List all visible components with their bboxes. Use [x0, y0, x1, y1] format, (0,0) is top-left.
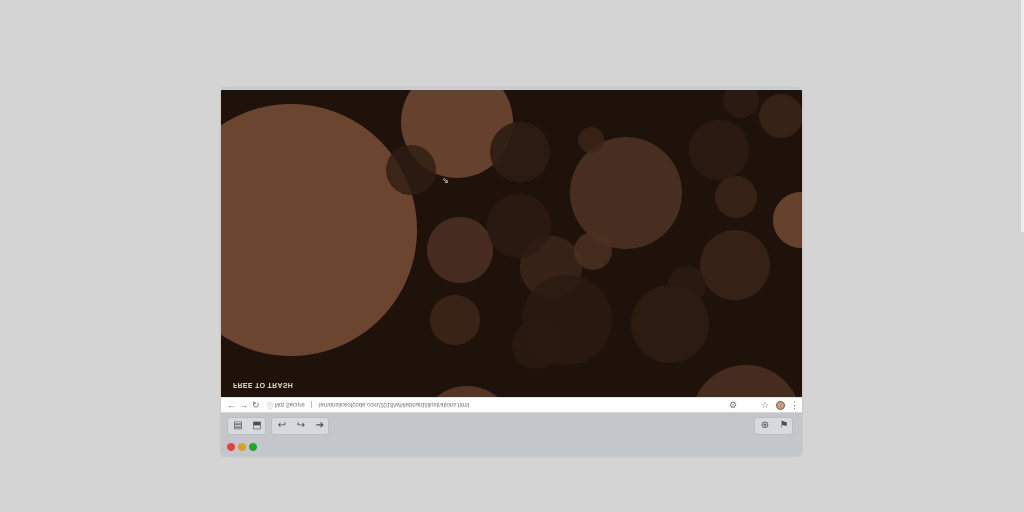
close-window-button[interactable]	[227, 443, 235, 451]
bokeh-circle	[715, 176, 757, 218]
back-icon[interactable]: ←	[227, 400, 236, 411]
mouse-cursor-icon: ⇗	[442, 176, 449, 185]
bokeh-circle	[700, 230, 770, 300]
watermark-text: FREE TO TRASH	[233, 381, 294, 388]
profile-avatar[interactable]	[776, 401, 785, 410]
undo-icon[interactable]: ↩	[273, 418, 291, 434]
bokeh-circle	[668, 266, 706, 304]
forward-icon[interactable]: →	[239, 400, 248, 411]
bokeh-circle	[696, 365, 796, 397]
minimize-window-button[interactable]	[238, 443, 246, 451]
bokeh-circle	[723, 90, 759, 118]
bokeh-circle	[570, 137, 682, 249]
bokeh-circle	[689, 120, 749, 180]
web-viewport[interactable]: FREE TO TRASH ⇗	[221, 90, 802, 397]
bokeh-circle	[436, 386, 498, 397]
forward-arrow-icon[interactable]: ➔	[311, 418, 329, 434]
globe-icon[interactable]: ⊕	[756, 418, 774, 434]
bokeh-circle	[512, 321, 560, 369]
bottom-toolbar: ▤ ⬒ ↩ ↪ ➔ ⊕ ⚑	[221, 413, 802, 456]
bokeh-circle	[221, 104, 417, 356]
security-label: Not Secure	[274, 401, 305, 407]
maximize-window-button[interactable]	[249, 443, 257, 451]
bokeh-circle	[386, 145, 436, 195]
sidebar-toggle-icon[interactable]: ▤	[229, 418, 247, 434]
url-text: lemonsliceofcode.com/2018/whiteboard/ill…	[319, 401, 470, 407]
bokeh-circle	[759, 94, 802, 138]
bokeh-circle	[427, 217, 493, 283]
toolbar-group-right: ⊕ ⚑	[754, 417, 793, 435]
address-bar: ← → ↻ ⓘ Not Secure lemonsliceofcode.com/…	[221, 397, 802, 413]
bokeh-circle	[574, 232, 612, 270]
bookmark-star-icon[interactable]: ☆	[761, 400, 769, 411]
bokeh-circle	[578, 127, 604, 153]
bokeh-circle	[773, 192, 802, 248]
bokeh-background	[221, 90, 802, 397]
extension-icon[interactable]: ⚙	[729, 400, 737, 411]
flag-icon[interactable]: ⚑	[775, 418, 793, 434]
reload-icon[interactable]: ↻	[252, 400, 260, 411]
browser-window: FREE TO TRASH ⇗ ← → ↻ ⓘ Not Secure lemon…	[221, 88, 802, 456]
toolbar-group-history: ↩ ↪ ➔	[271, 417, 329, 435]
screen-icon[interactable]: ⬒	[248, 418, 266, 434]
bokeh-circle	[490, 122, 550, 182]
toolbar-group-view: ▤ ⬒	[227, 417, 266, 435]
bokeh-circle	[430, 295, 480, 345]
url-field[interactable]: ⓘ Not Secure lemonsliceofcode.com/2018/w…	[267, 401, 469, 410]
menu-icon[interactable]: ⋮	[790, 400, 799, 411]
redo-icon[interactable]: ↪	[292, 418, 310, 434]
bokeh-circle	[487, 194, 551, 258]
url-separator	[311, 401, 313, 409]
info-icon[interactable]: ⓘ	[267, 401, 273, 407]
